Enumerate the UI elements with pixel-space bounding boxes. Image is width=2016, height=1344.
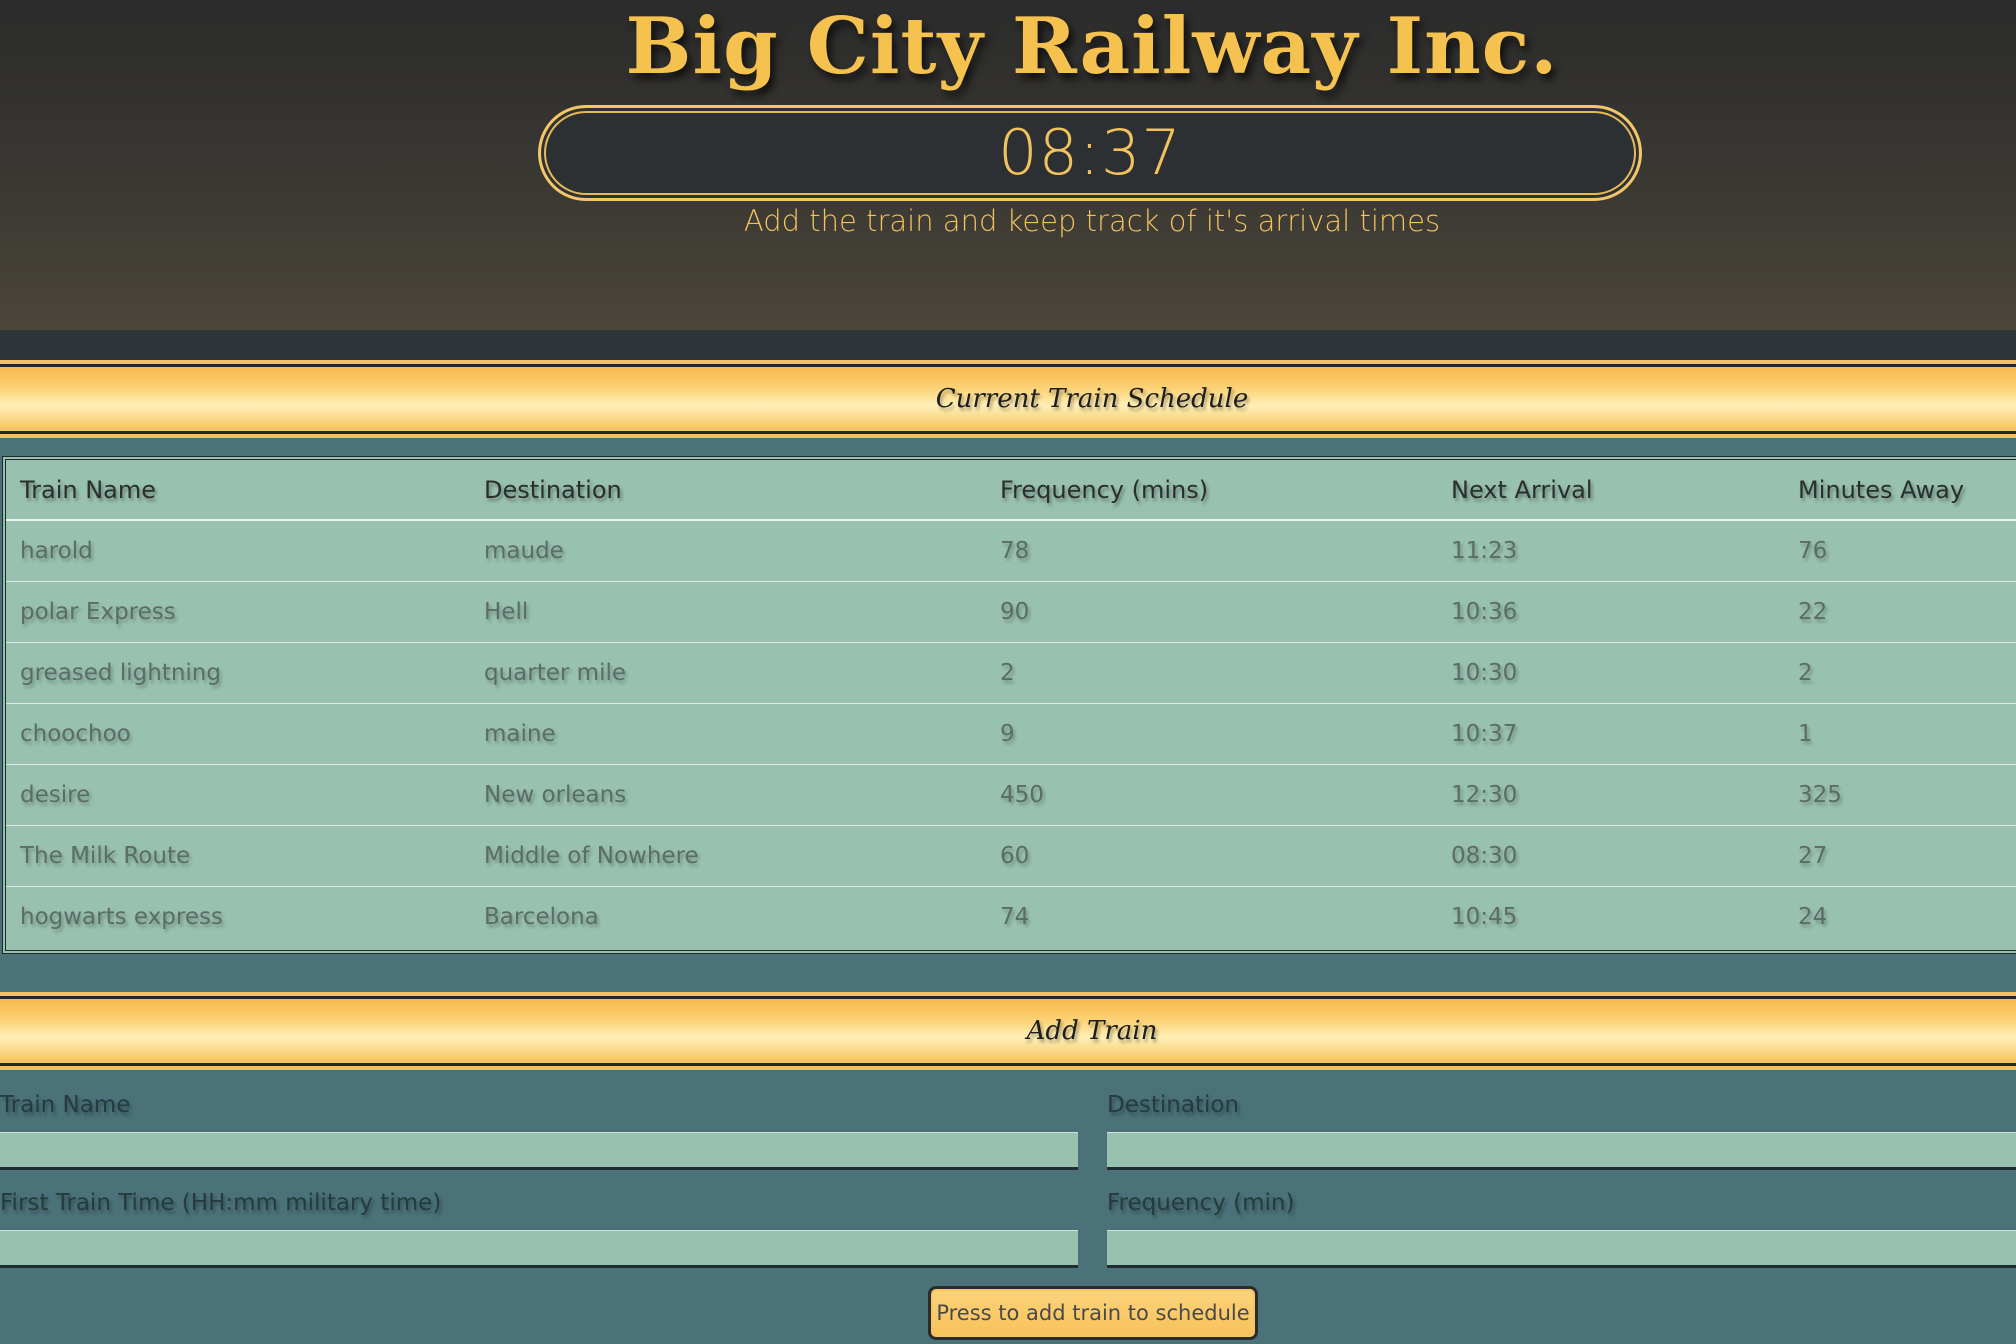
frequency-label: Frequency (min) <box>1107 1190 1295 1216</box>
column-header-destination: Destination <box>484 476 622 504</box>
destination-cell: Barcelona <box>484 904 599 930</box>
train-name-cell: The Milk Route <box>20 843 191 869</box>
frequency-cell: 9 <box>1000 721 1015 747</box>
add-train-button[interactable]: Press to add train to schedule <box>928 1286 1258 1340</box>
schedule-section-title: Current Train Schedule <box>935 384 1249 414</box>
frequency-input[interactable] <box>1107 1230 2016 1268</box>
destination-cell: Hell <box>484 599 529 625</box>
destination-cell: quarter mile <box>484 660 626 686</box>
destination-cell: Middle of Nowhere <box>484 843 699 869</box>
table-row: hogwarts express Barcelona 74 10:45 24 <box>6 887 2016 948</box>
table-row: choochoo maine 9 10:37 1 <box>6 704 2016 765</box>
column-header-next-arrival: Next Arrival <box>1451 476 1593 504</box>
minutes-away-cell: 22 <box>1798 599 1828 625</box>
column-header-frequency: Frequency (mins) <box>1000 476 1209 504</box>
current-time-clock: 08:37 <box>998 116 1182 189</box>
train-name-cell: polar Express <box>20 599 176 625</box>
add-train-section-title: Add Train <box>1026 1016 1158 1046</box>
header-divider <box>0 330 2016 360</box>
frequency-cell: 2 <box>1000 660 1015 686</box>
table-row: The Milk Route Middle of Nowhere 60 08:3… <box>6 826 2016 887</box>
site-title: Big City Railway Inc. <box>625 1 1559 92</box>
minutes-away-cell: 24 <box>1798 904 1828 930</box>
frequency-cell: 78 <box>1000 538 1030 564</box>
next-arrival-cell: 11:23 <box>1451 538 1518 564</box>
train-name-cell: harold <box>20 538 93 564</box>
train-name-cell: hogwarts express <box>20 904 223 930</box>
minutes-away-cell: 27 <box>1798 843 1828 869</box>
table-row: greased lightning quarter mile 2 10:30 2 <box>6 643 2016 704</box>
next-arrival-cell: 10:45 <box>1451 904 1518 930</box>
destination-cell: maude <box>484 538 564 564</box>
first-train-time-label: First Train Time (HH:mm military time) <box>0 1190 442 1216</box>
destination-input[interactable] <box>1107 1132 2016 1170</box>
frequency-cell: 74 <box>1000 904 1030 930</box>
frequency-cell: 450 <box>1000 782 1044 808</box>
frequency-cell: 60 <box>1000 843 1030 869</box>
next-arrival-cell: 10:30 <box>1451 660 1518 686</box>
site-subtitle: Add the train and keep track of it's arr… <box>743 204 1441 238</box>
train-name-cell: greased lightning <box>20 660 221 686</box>
train-name-cell: choochoo <box>20 721 131 747</box>
schedule-section-header: Current Train Schedule <box>0 364 2016 434</box>
minutes-away-cell: 76 <box>1798 538 1828 564</box>
next-arrival-cell: 08:30 <box>1451 843 1518 869</box>
destination-cell: maine <box>484 721 556 747</box>
train-schedule-table: Train Name Destination Frequency (mins) … <box>2 456 2016 954</box>
train-name-label: Train Name <box>0 1092 131 1118</box>
table-header-row: Train Name Destination Frequency (mins) … <box>6 460 2016 521</box>
first-train-time-input[interactable] <box>0 1230 1078 1268</box>
next-arrival-cell: 10:37 <box>1451 721 1518 747</box>
next-arrival-cell: 10:36 <box>1451 599 1518 625</box>
destination-label: Destination <box>1107 1092 1239 1118</box>
frequency-cell: 90 <box>1000 599 1030 625</box>
table-row: polar Express Hell 90 10:36 22 <box>6 582 2016 643</box>
minutes-away-cell: 325 <box>1798 782 1842 808</box>
train-name-input[interactable] <box>0 1132 1078 1170</box>
column-header-train-name: Train Name <box>20 476 157 504</box>
hero-header: Big City Railway Inc. 08:37 Add the trai… <box>0 0 2016 330</box>
minutes-away-cell: 1 <box>1798 721 1813 747</box>
next-arrival-cell: 12:30 <box>1451 782 1518 808</box>
table-row: harold maude 78 11:23 76 <box>6 521 2016 582</box>
column-header-minutes-away: Minutes Away <box>1798 476 1965 504</box>
table-row: desire New orleans 450 12:30 325 <box>6 765 2016 826</box>
add-train-section-header: Add Train <box>0 996 2016 1066</box>
destination-cell: New orleans <box>484 782 627 808</box>
minutes-away-cell: 2 <box>1798 660 1813 686</box>
train-name-cell: desire <box>20 782 91 808</box>
